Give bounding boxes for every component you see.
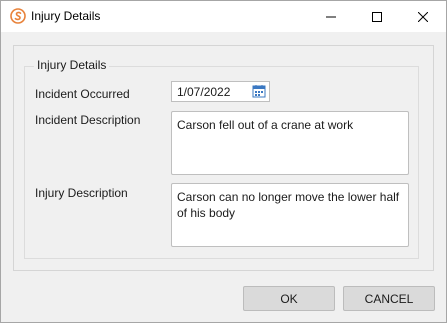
app-logo-icon — [10, 8, 26, 24]
window-title: Injury Details — [31, 9, 101, 23]
incident-occurred-value[interactable]: 1/07/2022 — [177, 85, 230, 99]
cancel-button[interactable]: CANCEL — [343, 286, 435, 311]
injury-description-textarea[interactable]: Carson can no longer move the lower half… — [171, 183, 409, 247]
incident-occurred-datepicker[interactable]: 1/07/2022 — [171, 81, 270, 102]
injury-description-label: Injury Description — [35, 186, 128, 200]
ok-button[interactable]: OK — [243, 286, 335, 311]
maximize-button[interactable] — [354, 1, 400, 32]
calendar-icon[interactable] — [252, 84, 266, 98]
minimize-button[interactable] — [308, 1, 354, 32]
close-button[interactable] — [400, 1, 446, 32]
maximize-icon — [372, 11, 382, 22]
close-icon — [418, 11, 428, 22]
groupbox-legend: Injury Details — [34, 58, 110, 72]
incident-description-label: Incident Description — [35, 113, 141, 127]
minimize-icon — [326, 16, 336, 17]
injury-details-dialog: Injury Details Injury Details Incident O… — [0, 0, 447, 323]
incident-occurred-label: Incident Occurred — [35, 87, 130, 101]
title-bar[interactable]: Injury Details — [1, 1, 446, 32]
incident-description-textarea[interactable]: Carson fell out of a crane at work — [171, 111, 409, 175]
